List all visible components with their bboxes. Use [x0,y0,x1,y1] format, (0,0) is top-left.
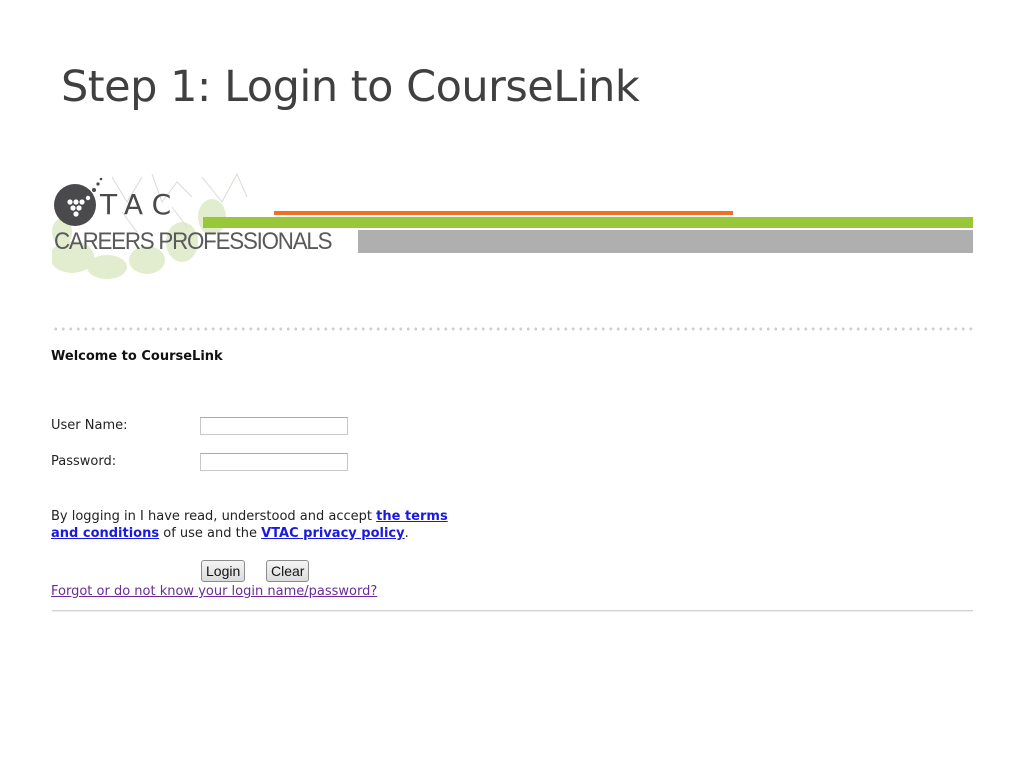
bottom-divider [52,610,973,611]
welcome-heading: Welcome to CourseLink [51,349,223,364]
gray-accent-bar [358,230,973,253]
clear-button[interactable]: Clear [266,560,310,582]
username-input[interactable] [200,417,348,435]
careers-professionals-tagline: CAREERS PROFESSIONALS [54,228,332,255]
terms-middle-text: of use and the [159,526,262,541]
forgot-password-link[interactable]: Forgot or do not know your login name/pa… [51,584,377,599]
vtac-logo-text: TAC [100,188,181,221]
green-accent-bar [203,217,973,228]
dotted-divider [52,327,973,331]
username-label: User Name: [51,418,128,433]
orange-accent-bar [274,211,733,215]
terms-suffix-text: . [404,526,409,541]
privacy-policy-link[interactable]: VTAC privacy policy [261,526,405,541]
slide-title: Step 1: Login to CourseLink [61,62,640,112]
vtac-banner: TAC CAREERS PROFESSIONALS [52,172,973,284]
password-label: Password: [51,454,117,469]
login-button[interactable]: Login [201,560,246,582]
password-input[interactable] [200,453,348,471]
terms-prefix-text: By logging in I have read, understood an… [51,509,377,524]
terms-notice: By logging in I have read, understood an… [51,508,471,542]
